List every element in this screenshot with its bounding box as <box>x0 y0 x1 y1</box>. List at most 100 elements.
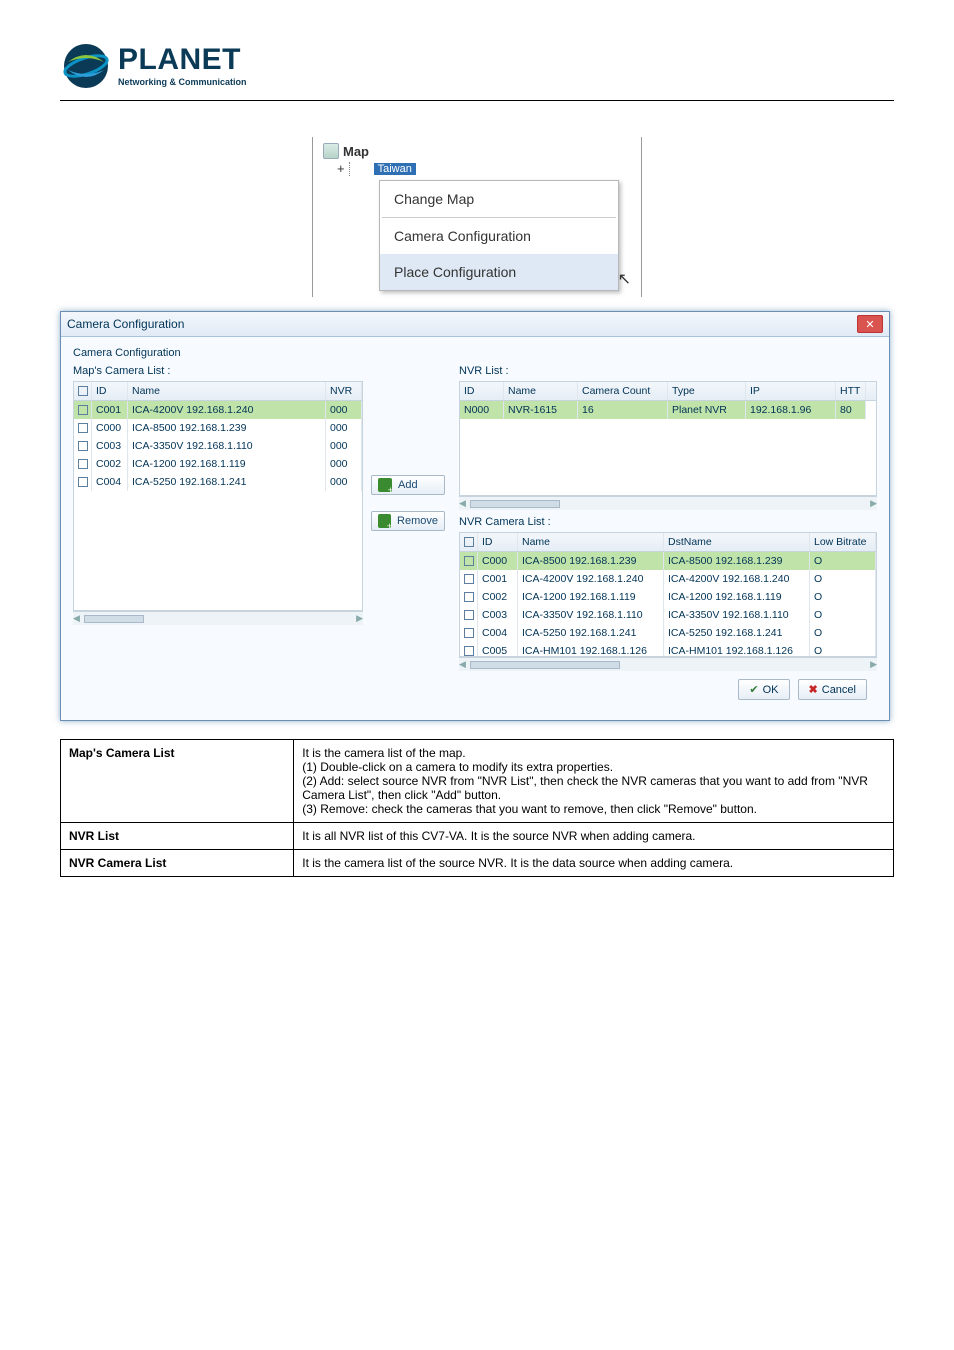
table-row[interactable]: C005ICA-HM101 192.168.1.126ICA-HM101 192… <box>460 642 876 657</box>
desc-label: NVR Camera List <box>61 850 294 877</box>
description-table: Map's Camera ListIt is the camera list o… <box>60 739 894 877</box>
cell-nvr: 000 <box>326 455 362 473</box>
row-checkbox[interactable] <box>464 592 474 602</box>
cell-name: ICA-3350V 192.168.1.110 <box>518 606 664 624</box>
cell-id: N000 <box>460 401 504 419</box>
row-checkbox[interactable] <box>78 441 88 451</box>
col-id: ID <box>478 533 518 551</box>
table-row[interactable]: C001ICA-4200V 192.168.1.240000 <box>74 401 362 419</box>
cell-name: ICA-8500 192.168.1.239 <box>128 419 326 437</box>
cell-id: C001 <box>478 570 518 588</box>
cell-name: ICA-8500 192.168.1.239 <box>518 552 664 570</box>
col-http: HTT <box>836 382 866 400</box>
cell-low-bitrate: O <box>810 552 876 570</box>
select-all-checkbox[interactable] <box>78 386 88 396</box>
ctx-change-map[interactable]: Change Map <box>380 181 618 217</box>
tree-root-label: Map <box>343 144 369 159</box>
row-checkbox[interactable] <box>78 405 88 415</box>
row-checkbox[interactable] <box>464 646 474 656</box>
select-all-checkbox[interactable] <box>464 537 474 547</box>
ctx-camera-configuration[interactable]: Camera Configuration <box>380 218 618 254</box>
map-icon <box>323 143 339 159</box>
col-ip: IP <box>746 382 836 400</box>
cell-name: ICA-5250 192.168.1.241 <box>128 473 326 491</box>
cursor-icon: ↖ <box>618 269 631 289</box>
nvr-camera-list[interactable]: ID Name DstName Low Bitrate C000ICA-8500… <box>459 532 877 657</box>
brand-name: PLANET <box>118 45 247 75</box>
table-row[interactable]: C001ICA-4200V 192.168.1.240ICA-4200V 192… <box>460 570 876 588</box>
table-row[interactable]: C003ICA-3350V 192.168.1.110ICA-3350V 192… <box>460 606 876 624</box>
col-type: Type <box>668 382 746 400</box>
cancel-button[interactable]: ✖Cancel <box>798 679 867 700</box>
header-divider <box>60 100 894 101</box>
desc-label: NVR List <box>61 823 294 850</box>
table-row[interactable]: C003ICA-3350V 192.168.1.110000 <box>74 437 362 455</box>
cell-type: Planet NVR <box>668 401 746 419</box>
col-low-bitrate: Low Bitrate <box>810 533 876 551</box>
table-row[interactable]: C004ICA-5250 192.168.1.241000 <box>74 473 362 491</box>
row-checkbox[interactable] <box>464 556 474 566</box>
cell-low-bitrate: O <box>810 624 876 642</box>
table-row[interactable]: N000NVR-161516Planet NVR192.168.1.9680 <box>460 401 876 419</box>
cell-name: ICA-5250 192.168.1.241 <box>518 624 664 642</box>
camera-config-dialog: Camera Configuration ✕ Camera Configurat… <box>60 311 890 721</box>
col-dstname: DstName <box>664 533 810 551</box>
row-checkbox[interactable] <box>464 574 474 584</box>
cell-dstname: ICA-3350V 192.168.1.110 <box>664 606 810 624</box>
cell-id: C004 <box>92 473 128 491</box>
cell-id: C000 <box>92 419 128 437</box>
cell-ip: 192.168.1.96 <box>746 401 836 419</box>
maps-camera-list[interactable]: ID Name NVR C001ICA-4200V 192.168.1.2400… <box>73 381 363 611</box>
add-icon <box>378 478 392 492</box>
check-icon: ✔ <box>749 683 758 696</box>
table-row[interactable]: C000ICA-8500 192.168.1.239000 <box>74 419 362 437</box>
col-id: ID <box>92 382 128 400</box>
add-button[interactable]: Add <box>371 475 445 495</box>
brand-header: PLANET Networking & Communication <box>60 40 894 92</box>
table-row[interactable]: C000ICA-8500 192.168.1.239ICA-8500 192.1… <box>460 552 876 570</box>
nvrcam-scrollbar-x[interactable]: ◀▶ <box>459 657 877 671</box>
row-checkbox[interactable] <box>464 628 474 638</box>
nvr-list[interactable]: ID Name Camera Count Type IP HTT N000NVR… <box>459 381 877 496</box>
cell-id: C001 <box>92 401 128 419</box>
dialog-title: Camera Configuration <box>67 317 184 331</box>
row-checkbox[interactable] <box>78 459 88 469</box>
row-checkbox[interactable] <box>464 610 474 620</box>
cell-nvr: 000 <box>326 401 362 419</box>
remove-button[interactable]: Remove <box>371 511 445 531</box>
ok-button[interactable]: ✔OK <box>738 679 789 700</box>
cell-name: NVR-1615 <box>504 401 578 419</box>
nvr-scrollbar-x[interactable]: ◀▶ <box>459 496 877 510</box>
row-checkbox[interactable] <box>78 423 88 433</box>
cell-id: C003 <box>92 437 128 455</box>
row-checkbox[interactable] <box>78 477 88 487</box>
table-row[interactable]: C002ICA-1200 192.168.1.119ICA-1200 192.1… <box>460 588 876 606</box>
cell-name: ICA-4200V 192.168.1.240 <box>518 570 664 588</box>
dialog-inner-label: Camera Configuration <box>73 347 877 359</box>
cell-name: ICA-1200 192.168.1.119 <box>518 588 664 606</box>
cell-dstname: ICA-1200 192.168.1.119 <box>664 588 810 606</box>
flag-icon <box>356 162 370 176</box>
col-nvr: NVR <box>326 382 362 400</box>
close-icon: ✖ <box>809 683 818 696</box>
nvr-camera-list-label: NVR Camera List : <box>459 516 877 528</box>
ctx-place-configuration[interactable]: Place Configuration <box>380 254 618 290</box>
maps-camera-list-label: Map's Camera List : <box>73 365 363 377</box>
cell-name: ICA-HM101 192.168.1.126 <box>518 642 664 657</box>
cell-id: C005 <box>478 642 518 657</box>
remove-icon <box>378 514 391 528</box>
expand-icon[interactable]: + <box>337 161 345 176</box>
logo-icon <box>60 40 112 92</box>
maps-scrollbar-x[interactable]: ◀▶ <box>73 611 363 625</box>
col-name: Name <box>518 533 664 551</box>
cell-id: C003 <box>478 606 518 624</box>
tree-selected-node[interactable]: Taiwan <box>374 163 416 175</box>
cell-http: 80 <box>836 401 866 419</box>
cell-nvr: 000 <box>326 419 362 437</box>
dialog-close-button[interactable]: ✕ <box>857 315 883 333</box>
table-row[interactable]: C004ICA-5250 192.168.1.241ICA-5250 192.1… <box>460 624 876 642</box>
cell-dstname: ICA-8500 192.168.1.239 <box>664 552 810 570</box>
table-row[interactable]: C002ICA-1200 192.168.1.119000 <box>74 455 362 473</box>
cell-id: C002 <box>478 588 518 606</box>
brand-tagline: Networking & Communication <box>118 77 247 87</box>
